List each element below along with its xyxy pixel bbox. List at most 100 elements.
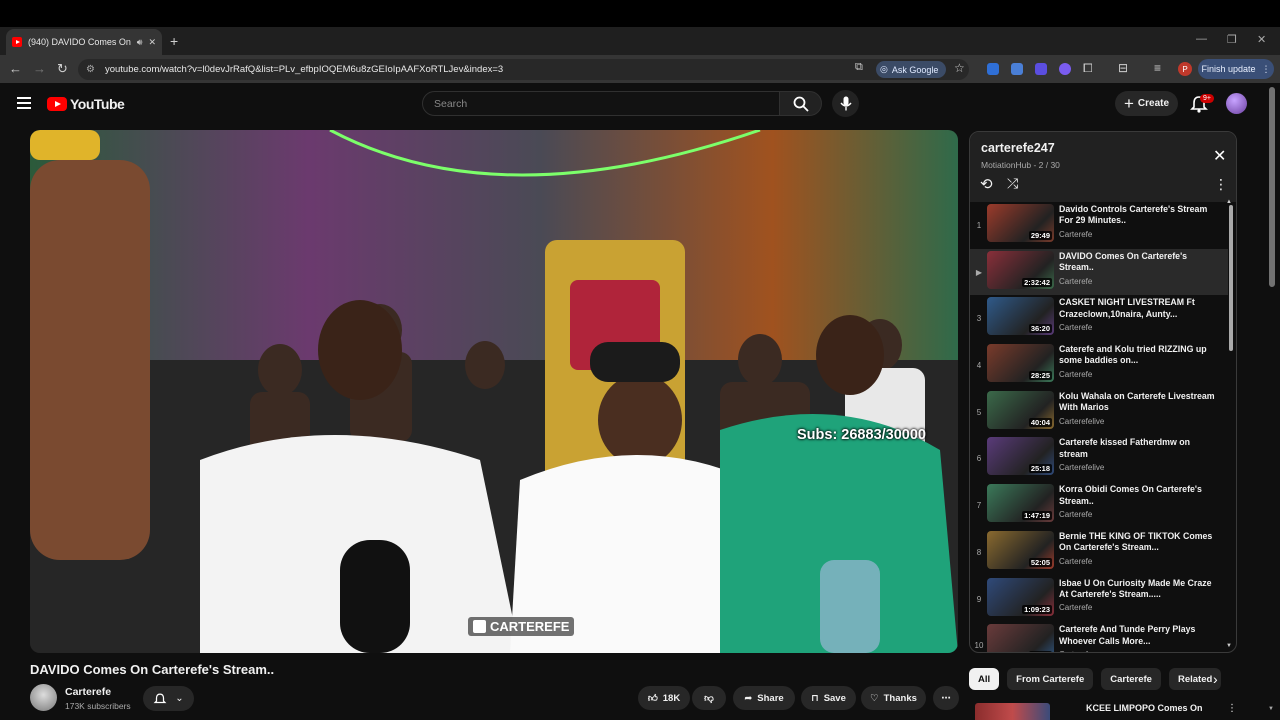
playlist-item-thumbnail: 1:09:23 <box>987 577 1054 616</box>
handle-text: CARTEREFE <box>490 619 570 634</box>
playlist-item-channel: Carterefe <box>1059 369 1093 379</box>
cloud-extension-icon[interactable] <box>1059 63 1071 75</box>
minimize-icon[interactable]: — <box>1196 33 1207 45</box>
shield-extension-icon[interactable] <box>1035 63 1047 75</box>
bookmark-star-icon[interactable]: ☆ <box>954 61 965 75</box>
playlist-more-icon[interactable]: ⋮ <box>1214 176 1228 193</box>
playlist-item[interactable]: 10 44:51 Carterefe And Tunde Perry Plays… <box>970 622 1228 652</box>
chevron-down-icon: ⌄ <box>175 693 184 704</box>
playlist-item-index: ▶ <box>975 267 983 277</box>
channel-subscriber-count: 173K subscribers <box>65 701 131 711</box>
filter-chip[interactable]: Carterefe <box>1101 668 1161 690</box>
playlist-item-channel: Carterefe <box>1059 509 1093 519</box>
finish-update-button[interactable]: Finish update ⋮ <box>1198 59 1274 79</box>
window-close-icon[interactable]: ✕ <box>1257 33 1266 46</box>
related-more-icon[interactable]: ⋮ <box>1227 703 1237 714</box>
playlist-item[interactable]: 8 52:05 Bernie THE KING OF TIKTOK Comes … <box>970 529 1228 576</box>
filter-chip[interactable]: All <box>969 668 1000 690</box>
account-avatar[interactable] <box>1226 93 1247 114</box>
install-app-icon[interactable]: ⧉ <box>855 61 863 74</box>
tab-title: (940) DAVIDO Comes On C <box>28 37 131 47</box>
like-button[interactable]: 👍︎ 18K <box>638 686 690 710</box>
translate-extension-icon[interactable] <box>1011 63 1023 75</box>
scroll-down-arrow-icon[interactable]: ▼ <box>1226 643 1232 649</box>
playlist-item-duration: 25:18 <box>1028 464 1052 474</box>
more-actions-button[interactable]: ⋯ <box>933 686 959 710</box>
playlist-scrollbar[interactable] <box>1229 205 1233 351</box>
playlist-item-channel: Carterefe <box>1059 556 1093 566</box>
playlist-item-title: Caterefe and Kolu tried RIZZING up some … <box>1059 344 1207 366</box>
shuffle-icon[interactable]: ⤮ <box>1007 175 1018 192</box>
finish-update-label: Finish update <box>1201 64 1256 74</box>
filter-chip[interactable]: From Carterefe <box>1007 668 1094 690</box>
video-player[interactable]: Subs: 26883/30000 CARTEREFE <box>30 130 958 653</box>
video-frame-image <box>30 130 958 653</box>
playlist-item-thumbnail: 28:25 <box>987 344 1054 383</box>
dislike-button[interactable]: 👎︎ <box>692 686 726 710</box>
youtube-play-icon <box>47 97 67 111</box>
playlist-item-title: Kolu Wahala on Carterefe Livestream With… <box>1059 390 1215 413</box>
playlist-item-thumbnail: 2:32:42 <box>987 250 1054 289</box>
playlist-subtitle: MotiationHub - 2 / 30 <box>981 160 1060 170</box>
thanks-button[interactable]: ♡ Thanks <box>861 686 926 710</box>
playlist-item-duration: 1:47:19 <box>1022 511 1052 521</box>
related-video-item[interactable]: KCEE LIMPOPO Comes On ⋮ <box>969 700 1237 720</box>
page-scroll-down-icon[interactable]: ▼ <box>1268 706 1274 712</box>
playlist-item-channel: Carterefe <box>1059 229 1093 239</box>
browser-tab[interactable]: (940) DAVIDO Comes On C 🔊︎ ✕ <box>6 29 162 55</box>
playlist-item-title: Bernie THE KING OF TIKTOK Comes On Carte… <box>1059 530 1213 553</box>
playlist-item-index: 7 <box>976 501 982 511</box>
create-button[interactable]: + Create <box>1115 91 1178 116</box>
voice-search-button[interactable] <box>832 90 859 117</box>
bookmark-icon: ⊓ <box>811 692 819 704</box>
channel-avatar[interactable] <box>30 684 57 711</box>
share-button[interactable]: ➦ Share <box>733 686 795 710</box>
hamburger-menu-icon[interactable] <box>17 97 31 109</box>
site-info-icon[interactable]: ⚙︎ <box>86 64 95 75</box>
playlist-item[interactable]: 5 40:04 Kolu Wahala on Carterefe Livestr… <box>970 389 1228 436</box>
reload-icon[interactable]: ↻ <box>57 61 68 77</box>
playlist-title[interactable]: carterefe247 <box>981 141 1055 155</box>
playlist-item-thumbnail: 44:51 <box>987 624 1054 652</box>
chips-next-icon[interactable]: › <box>1213 671 1218 687</box>
playlist-item[interactable]: 3 36:20 CASKET NIGHT LIVESTREAM Ft Craze… <box>970 295 1228 342</box>
playlist-close-icon[interactable]: ✕ <box>1213 146 1226 166</box>
playlist-item-duration: 44:51 <box>1028 651 1052 652</box>
playlist-item-index: 10 <box>974 641 984 651</box>
streamer-handle-overlay: CARTEREFE <box>468 617 575 636</box>
playlist-item[interactable]: 6 25:18 Carterefe kissed Fatherdmw on st… <box>970 435 1228 482</box>
search-button[interactable] <box>779 91 822 116</box>
save-button[interactable]: ⊓ Save <box>801 686 856 710</box>
playlist-item[interactable]: 9 1:09:23 Isbae U On Curiosity Made Me C… <box>970 576 1228 623</box>
tab-close-icon[interactable]: ✕ <box>148 37 156 48</box>
channel-name[interactable]: Carterefe <box>65 686 111 698</box>
extension-icon[interactable] <box>987 63 999 75</box>
playlist-item[interactable]: 7 1:47:19 Korra Obidi Comes On Carterefe… <box>970 482 1228 529</box>
restore-icon[interactable]: ❐ <box>1227 33 1237 46</box>
forward-icon[interactable]: → <box>33 61 46 76</box>
subs-counter-overlay: Subs: 26883/30000 <box>797 427 926 443</box>
playlist-item[interactable]: 1 29:49 Davido Controls Carterefe's Stre… <box>970 202 1228 249</box>
search-input[interactable]: Search <box>422 91 780 116</box>
extensions-puzzle-icon[interactable]: ⧠ <box>1083 61 1093 76</box>
youtube-logo[interactable]: YouTube <box>47 96 125 112</box>
address-bar[interactable]: ⚙︎ youtube.com/watch?v=l0devJrRafQ&list=… <box>78 59 969 80</box>
playlist-item-duration: 36:20 <box>1028 324 1052 334</box>
playlist-panel: carterefe247 MotiationHub - 2 / 30 ✕ ⟲ ⤮… <box>969 131 1237 653</box>
page-scrollbar[interactable] <box>1269 87 1275 287</box>
speaker-icon[interactable]: 🔊︎ <box>137 37 143 48</box>
reading-list-icon[interactable]: ⊟ <box>1118 61 1128 75</box>
back-icon[interactable]: ← <box>9 61 22 76</box>
tab-search-icon[interactable]: ≡ <box>1154 61 1161 75</box>
playlist-item-duration: 2:32:42 <box>1022 277 1052 287</box>
playlist-item[interactable]: 4 28:25 Caterefe and Kolu tried RIZZING … <box>970 342 1228 389</box>
subscription-bell-button[interactable]: ⌄ <box>143 686 194 711</box>
video-title: DAVIDO Comes On Carterefe's Stream.. <box>30 662 275 677</box>
profile-avatar[interactable]: P <box>1178 62 1192 76</box>
loop-icon[interactable]: ⟲ <box>980 175 993 193</box>
url-text: youtube.com/watch?v=l0devJrRafQ&list=PLv… <box>104 64 504 75</box>
ask-google-button[interactable]: ◎ Ask Google <box>876 61 947 78</box>
playlist-item-duration: 1:09:23 <box>1022 604 1052 614</box>
playlist-item[interactable]: ▶ 2:32:42 DAVIDO Comes On Carterefe's St… <box>970 248 1228 296</box>
new-tab-icon[interactable]: + <box>170 33 178 49</box>
